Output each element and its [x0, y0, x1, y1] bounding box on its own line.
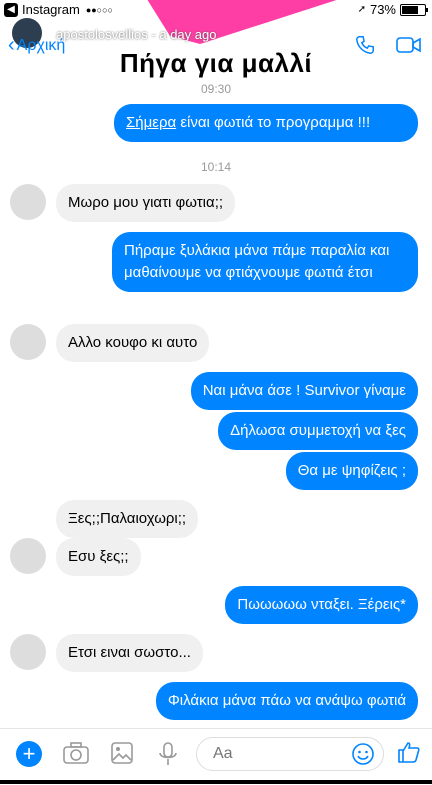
message-incoming[interactable]: Μωρο μου γιατι φωτια;; [56, 184, 236, 222]
battery-fill [402, 5, 418, 14]
photo-gallery-icon[interactable] [110, 741, 134, 765]
message-outgoing[interactable]: Ναι μάνα άσε ! Survivor γίναμε [190, 372, 418, 410]
plus-icon[interactable]: + [16, 741, 42, 767]
microphone-icon[interactable] [158, 741, 178, 767]
message-outgoing[interactable]: Δήλωσα συμμετοχή να ξες [218, 412, 418, 450]
message-incoming[interactable]: Ετσι ειναι σωστο... [56, 634, 203, 672]
message-outgoing[interactable]: Πήραμε ξυλάκια μάνα πάμε παραλία και μαθ… [112, 232, 418, 292]
message-outgoing[interactable]: Πωωωωω νταξει. Ξέρεις* [225, 586, 418, 624]
message-outgoing[interactable]: Φιλάκια μάνα πάω να ανάψω φωτιά [155, 682, 418, 720]
message-outgoing[interactable]: Σήμερα είναι φωτιά το προγραμμα !!! [114, 104, 418, 142]
home-indicator [0, 780, 432, 784]
emoji-icon[interactable] [351, 742, 375, 766]
like-thumbs-up-icon[interactable] [396, 739, 422, 765]
message-input[interactable] [211, 744, 345, 764]
message-incoming[interactable]: Ξες;;Παλαιοχωρι;; [56, 500, 199, 538]
avatar[interactable] [10, 538, 46, 574]
message-outgoing[interactable]: Θα με ψηφίζεις ; [285, 452, 418, 490]
timestamp-0930: 09:30 [200, 82, 232, 96]
avatar[interactable] [10, 184, 46, 220]
avatar[interactable] [10, 324, 46, 360]
avatar[interactable] [10, 634, 46, 670]
message-incoming[interactable]: Εσυ ξες;; [56, 538, 141, 576]
timestamp-1014: 10:14 [200, 160, 232, 174]
battery-icon [400, 3, 428, 16]
message-link-today[interactable]: Σήμερα [126, 114, 176, 131]
message-text: είναι φωτιά το προγραμμα !!! [176, 114, 371, 131]
message-composer[interactable] [196, 737, 384, 771]
overlay-caption: Πήγα για μαλλί [119, 48, 313, 78]
message-incoming[interactable]: Αλλο κουφο κι αυτο [56, 324, 210, 362]
composer-bar: + [0, 728, 432, 785]
camera-icon[interactable] [62, 741, 90, 765]
